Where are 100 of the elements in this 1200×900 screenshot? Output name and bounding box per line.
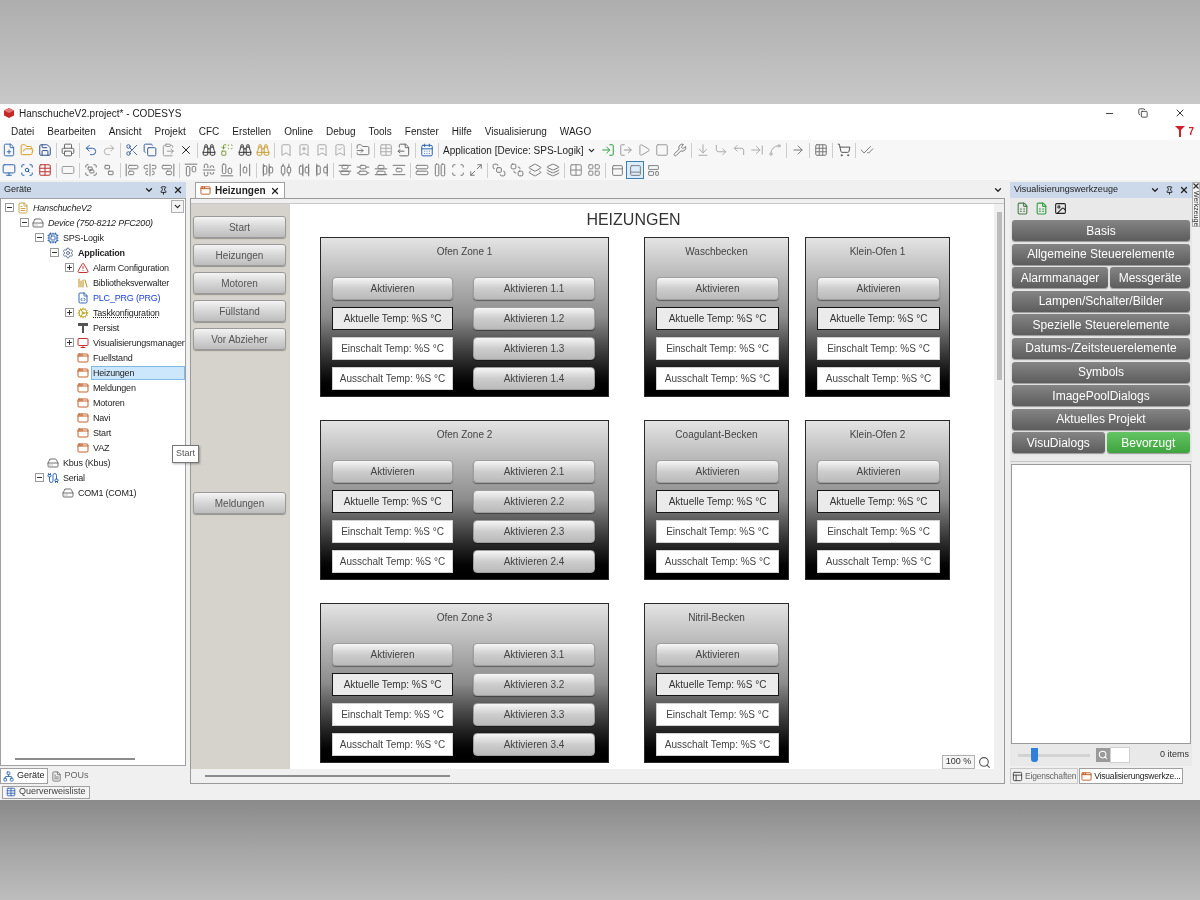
menu-item[interactable]: Datei [11, 123, 35, 139]
category-button[interactable]: ImagePoolDialogs [1012, 385, 1190, 407]
category-button[interactable]: Alarmmanager [1012, 267, 1108, 289]
save-icon[interactable] [38, 143, 52, 157]
distribute-icon[interactable] [338, 163, 352, 177]
tree-item[interactable]: HanschucheV2 [31, 200, 94, 215]
layers-icon[interactable] [546, 163, 560, 177]
tree-item[interactable]: VAZ [91, 440, 112, 455]
new-file-icon[interactable] [2, 143, 16, 157]
filter-field[interactable] [1110, 747, 1130, 763]
nav-button[interactable]: Vor Abzieher [193, 328, 286, 350]
category-button[interactable]: Allgemeine Steuerelemente [1012, 243, 1190, 265]
binoculars-icon[interactable] [202, 143, 216, 157]
pin-icon[interactable] [159, 185, 168, 195]
temperature-field[interactable]: Einschalt Temp: %S °C [656, 520, 779, 543]
tree-item[interactable]: SPS-Logik [61, 230, 106, 245]
arrow-down-to-line-icon[interactable] [695, 143, 710, 157]
calendar-icon[interactable] [420, 143, 434, 157]
category-button[interactable]: Aktuelles Projekt [1012, 408, 1190, 430]
tree-item[interactable]: Persist [91, 320, 122, 335]
table-icon[interactable] [38, 163, 52, 177]
activate-button[interactable]: Aktivieren 3.2 [473, 673, 595, 696]
align-middle-icon[interactable] [202, 163, 216, 177]
tree-item[interactable]: Motoren [91, 395, 127, 410]
logout-icon[interactable] [618, 143, 633, 157]
menu-item[interactable]: WAGO [559, 123, 592, 139]
temperature-field[interactable]: Ausschalt Temp: %S °C [817, 367, 940, 390]
activate-button[interactable]: Aktivieren 1.3 [473, 337, 595, 360]
category-button[interactable]: Symbols [1012, 361, 1190, 383]
open-folder-icon[interactable] [20, 143, 34, 157]
category-button[interactable]: Lampen/Schalter/Bilder [1012, 290, 1190, 312]
expand-toggle[interactable] [65, 338, 74, 347]
temperature-field[interactable]: Einschalt Temp: %S °C [332, 703, 453, 726]
menu-item[interactable]: Debug [326, 123, 356, 139]
grid-icon[interactable] [569, 163, 583, 177]
cart-icon[interactable] [836, 143, 851, 157]
tree-item[interactable]: Start [91, 425, 113, 440]
collapse-toggle[interactable] [5, 203, 14, 212]
arrow-right-to-line-icon[interactable] [749, 143, 764, 157]
login-icon[interactable] [600, 143, 615, 157]
activate-button[interactable]: Aktivieren [332, 643, 453, 666]
space-around-icon[interactable] [238, 163, 252, 177]
nav-button[interactable]: Meldungen [193, 492, 286, 514]
space-between-icon[interactable] [315, 163, 329, 177]
menu-item[interactable]: Projekt [154, 123, 186, 139]
slider-thumb[interactable] [1031, 748, 1038, 762]
expand-toggle[interactable] [65, 308, 74, 317]
table-icon[interactable] [379, 143, 393, 157]
distribute-icon[interactable] [356, 163, 370, 177]
grid-icon[interactable] [813, 143, 828, 157]
align-bottom-icon[interactable] [220, 163, 234, 177]
tree-item[interactable]: Meldungen [91, 380, 138, 395]
ungroup-icon[interactable] [102, 163, 116, 177]
align-center-icon[interactable] [143, 163, 157, 177]
panel-tab[interactable]: Eigenschaften [1010, 768, 1079, 784]
tree-item[interactable]: Serial [61, 470, 87, 485]
temperature-field[interactable]: Einschalt Temp: %S °C [656, 703, 779, 726]
search-icon[interactable] [1098, 750, 1108, 760]
collapse-toggle[interactable] [50, 248, 59, 257]
resize-icon[interactable] [469, 163, 483, 177]
tree-item[interactable]: Device (750-8212 PFC200) [46, 215, 155, 230]
image-icon[interactable] [1054, 201, 1067, 215]
zoom-slider[interactable] [1018, 748, 1090, 762]
activate-button[interactable]: Aktivieren 1.1 [473, 277, 595, 300]
menu-item[interactable]: Fenster [404, 123, 439, 139]
tree-item[interactable]: Application [76, 245, 127, 260]
layers-icon[interactable] [528, 163, 542, 177]
nav-button[interactable]: Heizungen [193, 244, 286, 266]
tree-item[interactable]: Taskkonfiguration [91, 305, 162, 320]
menu-item[interactable]: Online [284, 123, 314, 139]
tree-item[interactable]: Kbus (Kbus) [61, 455, 113, 470]
collapse-toggle[interactable] [35, 233, 44, 242]
zoom-field[interactable]: 100 % [942, 755, 975, 769]
scissors-icon[interactable] [125, 143, 139, 157]
nav-button[interactable]: Füllstand [193, 300, 286, 322]
bring-to-front-icon[interactable] [492, 163, 506, 177]
temperature-field[interactable]: Einschalt Temp: %S °C [332, 520, 453, 543]
folder-icon[interactable] [356, 143, 370, 157]
tree-item[interactable]: Alarm Configuration [91, 260, 171, 275]
distribute-icon[interactable] [261, 163, 275, 177]
temperature-field[interactable]: Ausschalt Temp: %S °C [656, 367, 779, 390]
arrow-right-icon[interactable] [790, 143, 805, 157]
collapse-toggle[interactable] [35, 473, 44, 482]
panel-tab[interactable]: POUs [47, 768, 92, 784]
tree-item[interactable]: Heizungen [91, 365, 185, 380]
temperature-field[interactable]: Ausschalt Temp: %S °C [656, 550, 779, 573]
pin-icon[interactable] [1165, 185, 1174, 195]
play-icon[interactable] [636, 143, 651, 157]
tree-item[interactable]: PLC_PRG (PRG) [91, 290, 163, 305]
close-icon[interactable] [1179, 185, 1189, 195]
activate-button[interactable]: Aktivieren [817, 277, 940, 300]
temperature-field[interactable]: Einschalt Temp: %S °C [817, 337, 940, 360]
layout-toggle-button[interactable] [626, 161, 644, 179]
nav-button[interactable]: Motoren [193, 272, 286, 294]
align-left-icon[interactable] [125, 163, 139, 177]
corner-arrow-icon[interactable] [731, 143, 746, 157]
double-check-icon[interactable] [859, 143, 874, 157]
distribute-icon[interactable] [297, 163, 311, 177]
dock-tab[interactable]: Querverweisliste [2, 785, 90, 799]
printer-icon[interactable] [61, 143, 75, 157]
